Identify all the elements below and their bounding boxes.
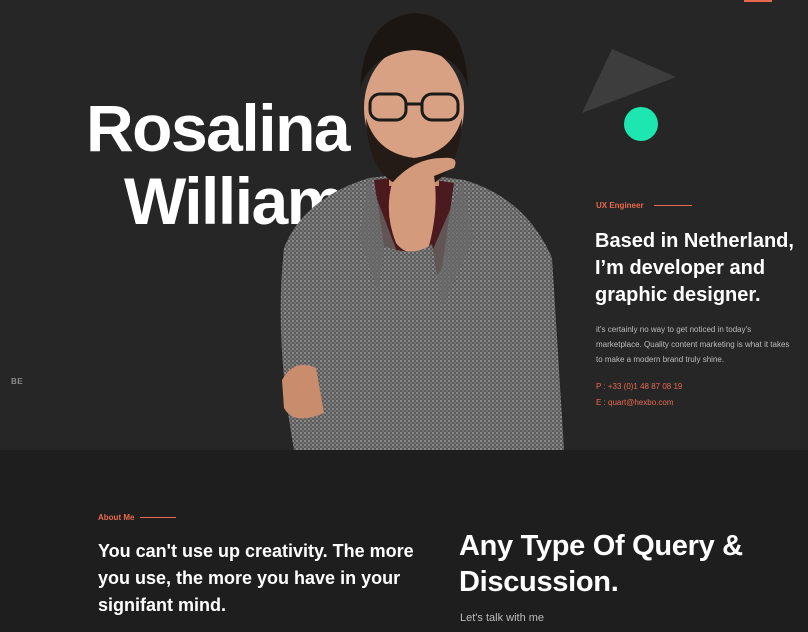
bio-headline: Based in Netherland, I’m developer and g… — [595, 230, 794, 306]
about-label: About Me — [98, 513, 177, 522]
about-quote: You can't use up creativity. The more yo… — [98, 541, 414, 615]
top-accent-bar — [744, 0, 772, 2]
role-underline — [653, 205, 692, 206]
side-label: BE — [11, 377, 24, 386]
about-label-text: About Me — [98, 513, 135, 522]
hero-section: Rosalina William BE UX Engineer Based in… — [0, 0, 808, 450]
contact-heading: Any Type Of Query & Discussion. — [459, 530, 743, 598]
role-text: UX Engineer — [596, 201, 644, 210]
mint-circle-shape — [624, 107, 658, 141]
portrait-image — [280, 13, 564, 450]
triangle-shape — [582, 49, 676, 113]
about-underline — [140, 517, 177, 518]
contact-subtext: Let's talk with me — [460, 612, 545, 624]
email-link[interactable]: E : quart@hexbo.com — [596, 398, 674, 407]
phone-link[interactable]: P : +33 (0)1 48 87 08 19 — [596, 382, 682, 391]
bio-description: it's certainly no way to get noticed in … — [596, 325, 790, 364]
role-label: UX Engineer — [596, 201, 692, 210]
